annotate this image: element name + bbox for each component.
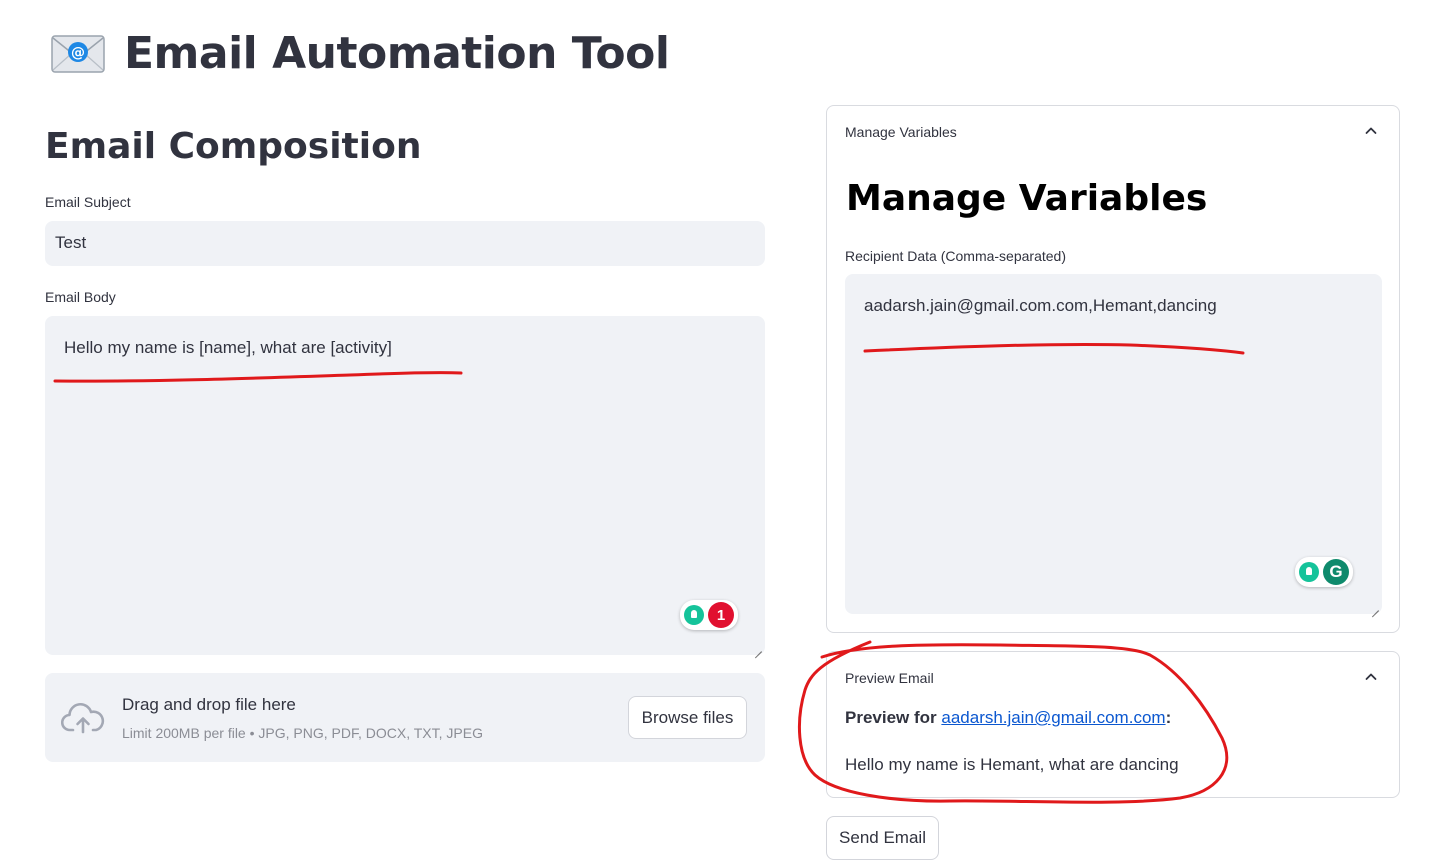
preview-email-toggle-label[interactable]: Preview Email bbox=[845, 670, 934, 686]
composition-heading: Email Composition bbox=[45, 126, 422, 167]
email-body-textarea[interactable]: Hello my name is [name], what are [activ… bbox=[45, 316, 765, 655]
page-title: Email Automation Tool bbox=[124, 28, 670, 79]
chevron-up-icon[interactable] bbox=[1365, 671, 1377, 683]
recipient-data-text: aadarsh.jain@gmail.com.com,Hemant,dancin… bbox=[864, 296, 1217, 315]
preview-recipient-line: Preview for aadarsh.jain@gmail.com.com: bbox=[845, 708, 1171, 728]
resize-handle-icon[interactable] bbox=[754, 644, 762, 652]
resize-handle-icon[interactable] bbox=[1371, 603, 1379, 611]
grammarly-bulb-icon bbox=[684, 605, 704, 625]
browse-files-button[interactable]: Browse files bbox=[628, 696, 747, 739]
upload-limits: Limit 200MB per file • JPG, PNG, PDF, DO… bbox=[122, 725, 483, 741]
svg-text:@: @ bbox=[71, 45, 85, 61]
manage-variables-toggle-label[interactable]: Manage Variables bbox=[845, 124, 957, 140]
manage-variables-heading: Manage Variables bbox=[846, 178, 1208, 219]
preview-prefix: Preview for bbox=[845, 708, 942, 727]
cloud-upload-icon bbox=[61, 703, 105, 734]
file-uploader-dropzone[interactable]: Drag and drop file here Limit 200MB per … bbox=[45, 673, 765, 762]
chevron-up-icon[interactable] bbox=[1365, 125, 1377, 137]
preview-body-text: Hello my name is Hemant, what are dancin… bbox=[845, 755, 1179, 774]
email-body-label: Email Body bbox=[45, 289, 116, 305]
preview-recipient-link[interactable]: aadarsh.jain@gmail.com.com bbox=[941, 708, 1165, 727]
grammarly-widget[interactable]: 1 bbox=[680, 600, 738, 630]
envelope-at-icon: @ bbox=[51, 34, 105, 73]
recipient-data-textarea[interactable]: aadarsh.jain@gmail.com.com,Hemant,dancin… bbox=[845, 274, 1382, 614]
send-email-button[interactable]: Send Email bbox=[826, 816, 939, 860]
preview-email-expander: Preview Email Preview for aadarsh.jain@g… bbox=[826, 651, 1400, 798]
email-subject-input[interactable]: Test bbox=[45, 221, 765, 266]
grammarly-widget[interactable]: G bbox=[1295, 557, 1353, 587]
email-subject-label: Email Subject bbox=[45, 194, 131, 210]
upload-instructions: Drag and drop file here bbox=[122, 695, 296, 714]
manage-variables-expander: Manage Variables Manage Variables Recipi… bbox=[826, 105, 1400, 633]
grammarly-bulb-icon bbox=[1299, 562, 1319, 582]
email-body-text: Hello my name is [name], what are [activ… bbox=[64, 338, 392, 357]
grammarly-logo-icon: G bbox=[1323, 559, 1349, 585]
preview-suffix: : bbox=[1165, 708, 1172, 727]
app-header: @ Email Automation Tool bbox=[50, 28, 670, 79]
recipient-data-label: Recipient Data (Comma-separated) bbox=[845, 248, 1066, 264]
grammarly-issue-count: 1 bbox=[708, 602, 734, 628]
